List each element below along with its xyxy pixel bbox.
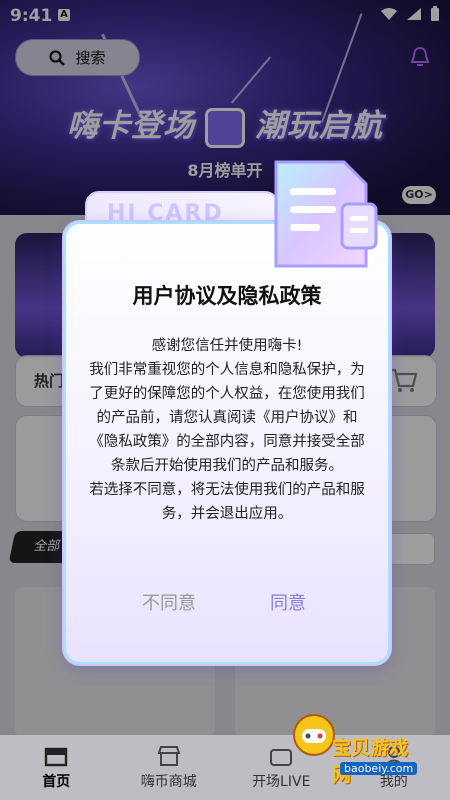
dialog-paragraph: 我们非常重视您的个人信息和隐私保护，为了更好的保障您的个人权益，在您使用我们的产… (89, 362, 365, 474)
dialog-paragraph: 感谢您信任并使用嗨卡! (151, 338, 303, 354)
disagree-button[interactable]: 不同意 (136, 588, 202, 616)
dialog-body: 感谢您信任并使用嗨卡! 我们非常重视您的个人信息和隐私保护，为了更好的保障您的个… (84, 334, 370, 526)
dialog-paragraph: 若选择不同意，将无法使用我们的产品和服务，并会退出应用。 (89, 482, 365, 522)
dialog-title: 用户协议及隐私政策 (132, 284, 322, 308)
privacy-dialog-container: HI CARD 用户协议及隐私政策 感谢您信任并使用嗨卡! 我们非常重视您的个人… (0, 0, 450, 800)
document-icon (274, 160, 378, 268)
privacy-dialog: 用户协议及隐私政策 感谢您信任并使用嗨卡! 我们非常重视您的个人信息和隐私保护，… (62, 220, 392, 666)
agree-button[interactable]: 同意 (264, 588, 312, 616)
